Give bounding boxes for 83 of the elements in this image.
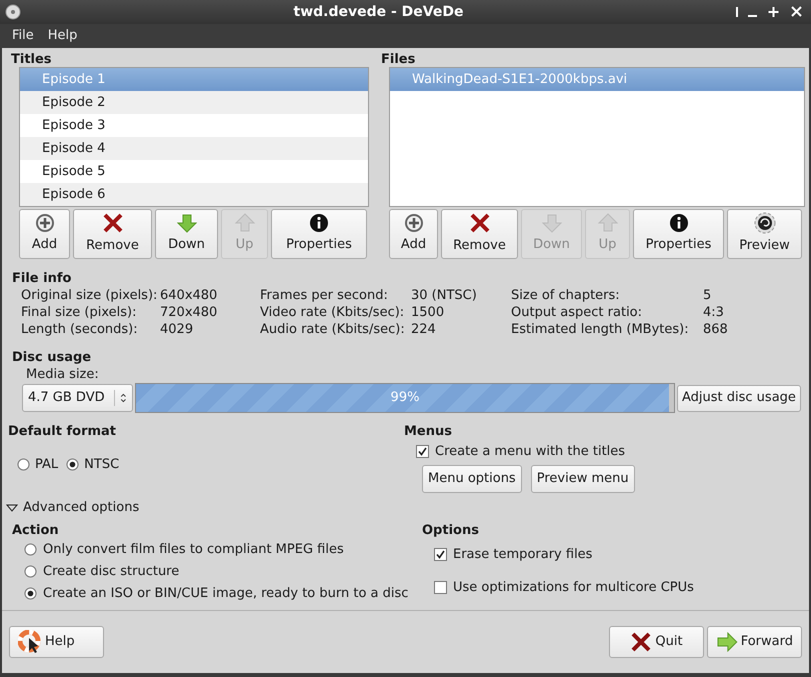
info-icon [309,213,329,234]
checkbox[interactable] [434,581,447,594]
info-label: Output aspect ratio: [511,304,644,320]
info-value: 640x480 [160,287,218,303]
info-label: Video rate (Kbits/sec): [260,304,406,320]
info-value: 1500 [411,304,446,320]
list-row[interactable]: Episode 6 [20,183,368,206]
info-label: Final size (pixels): [21,304,138,320]
info-value: 868 [703,321,729,337]
radio-button[interactable] [24,543,37,556]
x-icon [468,212,490,234]
close-icon [790,5,803,19]
info-value: 4:3 [703,304,725,320]
add-button[interactable]: Add [389,209,438,259]
x-icon [630,631,652,653]
section-heading: Default format [8,423,118,441]
info-label: Original size (pixels): [21,287,158,303]
info-icon [668,213,688,234]
down-arrow-icon [176,213,196,234]
info-label: Size of chapters: [511,287,621,303]
section-heading: Options [422,522,480,538]
section-heading: Action [12,522,60,538]
info-value: 720x480 [160,304,218,320]
radio-label: NTSC [84,456,120,474]
maximize-icon [767,5,780,19]
checkbox[interactable] [434,548,447,561]
radio-label: Create disc structure [43,562,180,581]
info-value: 5 [703,287,712,303]
remove-button[interactable]: Remove [73,209,152,259]
properties-button[interactable]: Properties [633,209,724,259]
section-heading: Files [381,51,416,67]
info-label: Length (seconds): [21,321,139,337]
lifebuoy-icon [18,630,42,654]
remove-button[interactable]: Remove [441,209,518,259]
quit-button[interactable]: Quit [609,626,704,658]
menu-button[interactable]: Preview menu [530,464,635,492]
up-arrow-icon [234,213,254,234]
checkbox-label: Create a menu with the titles [435,443,626,461]
preview-button[interactable]: Preview [727,209,802,259]
info-label: Estimated length (MBytes): [511,321,690,337]
radio-label: Create an ISO or BIN/CUE image, ready to burn to a disc [43,584,408,603]
info-value: 224 [411,321,437,337]
properties-button[interactable]: Properties [271,209,367,259]
menu-button[interactable]: Menu options [422,464,522,492]
checkbox-label: Erase temporary files [453,546,592,564]
expander-label[interactable]: Advanced options [23,498,140,518]
media-size-dropdown[interactable]: 4.7 GB DVD [22,384,133,412]
menu-item[interactable]: File [6,26,40,46]
menu-item[interactable]: Help [42,26,84,46]
disc-icon [5,4,21,20]
radio-label: PAL [35,456,58,474]
down-button[interactable]: Down [155,209,218,259]
field-label: Media size: [25,366,100,382]
info-label: Frames per second: [260,287,389,303]
radio-button[interactable] [24,565,37,578]
minimize-icon [748,15,757,17]
plus-icon [34,213,54,234]
adjust-button[interactable]: Adjust disc usage [677,384,801,412]
window-title: twd.devede - DeVeDe [292,2,464,22]
list-row[interactable]: Episode 4 [20,137,368,160]
plus-icon [404,213,424,234]
radio-button[interactable] [66,458,80,472]
radio-label: Only convert film files to compliant MPEG files [43,540,344,559]
up-arrow-icon [598,213,618,234]
list-row[interactable]: Episode 2 [20,91,368,114]
section-heading: File info [12,270,72,286]
checkbox[interactable] [416,445,429,458]
info-value: 30 (NTSC) [411,287,478,303]
add-button[interactable]: Add [19,209,70,259]
checkbox-label: Use optimizations for multicore CPUs [453,578,694,597]
info-label: Audio rate (Kbits/sec): [260,321,406,337]
section-heading: Titles [11,51,53,67]
radio-button[interactable] [17,458,30,472]
forward-button[interactable]: Forward [707,626,802,658]
radio-button[interactable] [24,587,37,600]
right-arrow-icon [716,631,738,653]
section-heading: Disc usage [12,349,92,365]
help-button[interactable]: Help [9,626,104,658]
down-arrow-icon [542,213,562,234]
section-heading: Menus [404,423,454,441]
x-icon [102,212,124,234]
progress-reading: 99% [390,389,420,408]
info-value: 4029 [160,321,194,337]
